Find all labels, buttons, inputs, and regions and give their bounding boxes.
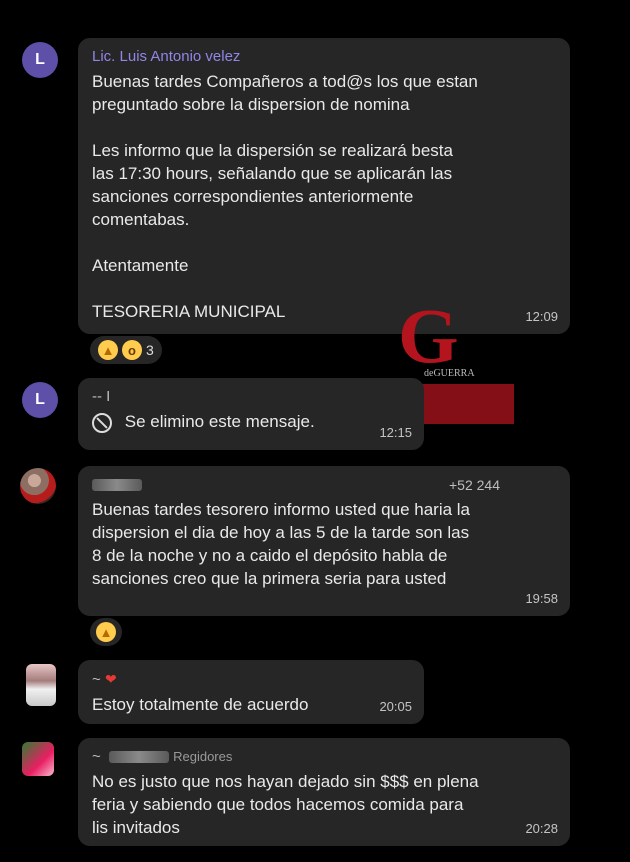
message-time: 19:58 [525, 591, 558, 606]
message-time: 12:09 [525, 309, 558, 324]
message-time: 20:28 [525, 821, 558, 836]
heart-emoji: ❤ [104, 671, 117, 687]
message-time: 12:15 [379, 425, 412, 440]
message-bubble[interactable]: ~ Regidores No es justo que nos hayan de… [78, 738, 570, 846]
deleted-message-row: Se elimino este mensaje. [92, 410, 410, 433]
message-bubble[interactable]: Lic. Luis Antonio velez Buenas tardes Co… [78, 38, 570, 334]
redacted-name [108, 751, 169, 764]
sender-avatar[interactable] [26, 664, 56, 706]
message-text: Buenas tardes Compañeros a tod@s los que… [92, 72, 478, 321]
sender-phone: +52 244 [449, 477, 500, 493]
message-reactions[interactable]: ▲ o 3 [90, 336, 162, 364]
sender-name[interactable]: ~ ❤ [92, 670, 410, 689]
message-text: Buenas tardes tesorero informo usted que… [92, 500, 471, 588]
sender-avatar[interactable]: L [22, 42, 58, 78]
message-bubble[interactable]: -- I Se elimino este mensaje. 12:15 [78, 378, 424, 450]
message-text: Estoy totalmente de acuerdo [92, 695, 309, 714]
sender-name[interactable]: ~ Regidores [92, 748, 556, 766]
redacted-name [92, 479, 142, 492]
watermark-letter: G [398, 292, 459, 379]
thumbs-up-emoji: ▲ [96, 622, 116, 642]
avatar-letter: L [35, 51, 45, 68]
message-text: Se elimino este mensaje. [124, 412, 315, 431]
watermark-name: deGUERRA [424, 368, 475, 379]
thumbs-up-emoji: ▲ [98, 340, 118, 360]
wow-emoji: o [122, 340, 142, 360]
sender-avatar[interactable]: L [22, 382, 58, 418]
message-time: 20:05 [379, 699, 412, 714]
message-reactions[interactable]: ▲ [90, 618, 122, 646]
sender-name[interactable]: Lic. Luis Antonio velez [92, 48, 556, 66]
sender-suffix: Regidores [173, 749, 233, 764]
reaction-count: 3 [146, 342, 154, 358]
sender-name[interactable]: -- I [92, 388, 410, 406]
block-icon [92, 412, 112, 433]
sender-avatar[interactable] [22, 742, 54, 776]
avatar-letter: L [35, 391, 45, 408]
message-text: No es justo que nos hayan dejado sin $$$… [92, 772, 479, 837]
message-bubble[interactable]: ~ ❤ Estoy totalmente de acuerdo 20:05 [78, 660, 424, 724]
sender-avatar[interactable] [20, 468, 56, 504]
message-bubble[interactable]: +52 244 Buenas tardes tesorero informo u… [78, 466, 570, 616]
